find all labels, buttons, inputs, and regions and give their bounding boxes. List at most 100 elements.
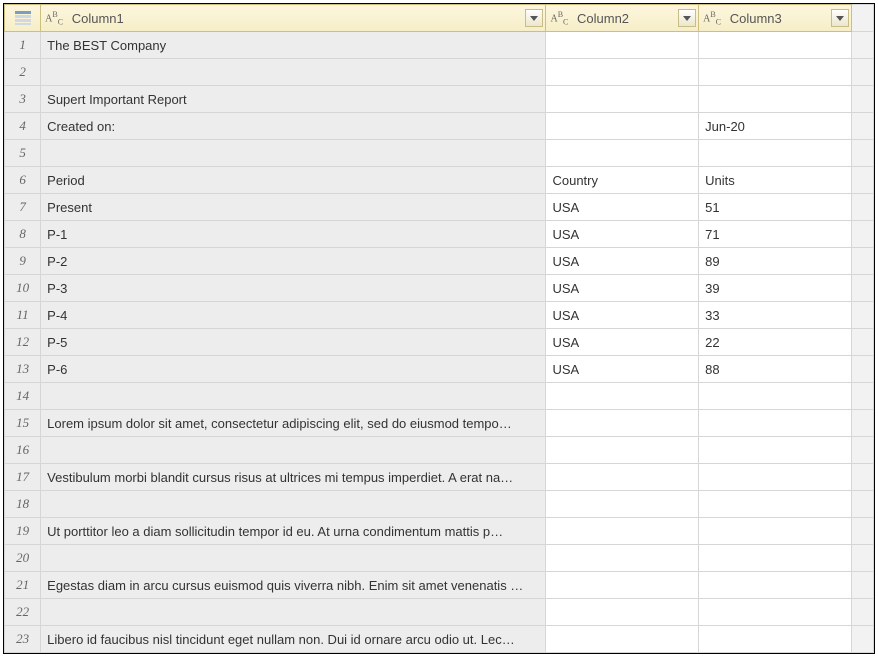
cell-column1[interactable]: P-3 (41, 275, 546, 302)
cell-column2[interactable] (546, 86, 699, 113)
cell-column3[interactable] (699, 491, 852, 518)
cell-column2[interactable] (546, 572, 699, 599)
cell-column3[interactable] (699, 32, 852, 59)
row-number[interactable]: 19 (5, 518, 41, 545)
row-number[interactable]: 5 (5, 140, 41, 167)
row-number[interactable]: 12 (5, 329, 41, 356)
table-row[interactable]: 3Supert Important Report (5, 86, 874, 113)
cell-column3[interactable] (699, 464, 852, 491)
cell-column2[interactable]: Country (546, 167, 699, 194)
cell-column3[interactable] (699, 59, 852, 86)
table-row[interactable]: 19Ut porttitor leo a diam sollicitudin t… (5, 518, 874, 545)
cell-column3[interactable]: 71 (699, 221, 852, 248)
table-row[interactable]: 6PeriodCountryUnits (5, 167, 874, 194)
table-row[interactable]: 13P-6USA88 (5, 356, 874, 383)
cell-column1[interactable] (41, 599, 546, 626)
cell-column1[interactable]: Ut porttitor leo a diam sollicitudin tem… (41, 518, 546, 545)
row-number[interactable]: 10 (5, 275, 41, 302)
cell-column2[interactable] (546, 518, 699, 545)
cell-column3[interactable] (699, 572, 852, 599)
table-row[interactable]: 11P-4USA33 (5, 302, 874, 329)
row-number[interactable]: 22 (5, 599, 41, 626)
datatype-text-icon[interactable]: ABC (703, 10, 721, 26)
table-row[interactable]: 22 (5, 599, 874, 626)
cell-column2[interactable]: USA (546, 248, 699, 275)
table-row[interactable]: 23Libero id faucibus nisl tincidunt eget… (5, 626, 874, 653)
column-header-2[interactable]: ABC Column2 (546, 5, 699, 32)
table-row[interactable]: 1The BEST Company (5, 32, 874, 59)
cell-column3[interactable]: 88 (699, 356, 852, 383)
cell-column1[interactable] (41, 140, 546, 167)
table-row[interactable]: 20 (5, 545, 874, 572)
table-row[interactable]: 9P-2USA89 (5, 248, 874, 275)
cell-column2[interactable] (546, 464, 699, 491)
cell-column3[interactable] (699, 140, 852, 167)
row-number[interactable]: 2 (5, 59, 41, 86)
cell-column3[interactable]: 89 (699, 248, 852, 275)
row-number[interactable]: 11 (5, 302, 41, 329)
cell-column1[interactable]: Egestas diam in arcu cursus euismod quis… (41, 572, 546, 599)
row-number[interactable]: 13 (5, 356, 41, 383)
cell-column3[interactable]: 33 (699, 302, 852, 329)
row-number[interactable]: 20 (5, 545, 41, 572)
cell-column1[interactable]: P-5 (41, 329, 546, 356)
cell-column1[interactable] (41, 59, 546, 86)
cell-column3[interactable]: Units (699, 167, 852, 194)
cell-column3[interactable]: Jun-20 (699, 113, 852, 140)
cell-column1[interactable]: P-4 (41, 302, 546, 329)
cell-column2[interactable] (546, 383, 699, 410)
cell-column3[interactable] (699, 518, 852, 545)
cell-column1[interactable] (41, 491, 546, 518)
table-row[interactable]: 4Created on: Jun-20 (5, 113, 874, 140)
table-row[interactable]: 2 (5, 59, 874, 86)
cell-column2[interactable] (546, 491, 699, 518)
row-number[interactable]: 6 (5, 167, 41, 194)
datatype-text-icon[interactable]: ABC (45, 10, 63, 26)
cell-column1[interactable]: Lorem ipsum dolor sit amet, consectetur … (41, 410, 546, 437)
cell-column1[interactable]: Period (41, 167, 546, 194)
cell-column1[interactable] (41, 545, 546, 572)
row-number[interactable]: 18 (5, 491, 41, 518)
table-row[interactable]: 17Vestibulum morbi blandit cursus risus … (5, 464, 874, 491)
row-number[interactable]: 4 (5, 113, 41, 140)
cell-column1[interactable]: Created on: (41, 113, 546, 140)
cell-column1[interactable]: P-2 (41, 248, 546, 275)
cell-column2[interactable]: USA (546, 329, 699, 356)
filter-dropdown-col1[interactable] (525, 9, 543, 27)
cell-column3[interactable] (699, 86, 852, 113)
cell-column2[interactable] (546, 626, 699, 653)
cell-column1[interactable]: P-6 (41, 356, 546, 383)
filter-dropdown-col2[interactable] (678, 9, 696, 27)
row-number[interactable]: 21 (5, 572, 41, 599)
cell-column2[interactable] (546, 113, 699, 140)
cell-column3[interactable] (699, 383, 852, 410)
cell-column3[interactable] (699, 410, 852, 437)
cell-column2[interactable]: USA (546, 221, 699, 248)
row-number[interactable]: 17 (5, 464, 41, 491)
row-number[interactable]: 15 (5, 410, 41, 437)
table-row[interactable]: 21Egestas diam in arcu cursus euismod qu… (5, 572, 874, 599)
cell-column2[interactable] (546, 599, 699, 626)
row-number[interactable]: 8 (5, 221, 41, 248)
cell-column1[interactable]: P-1 (41, 221, 546, 248)
cell-column2[interactable]: USA (546, 302, 699, 329)
table-row[interactable]: 12P-5USA22 (5, 329, 874, 356)
table-row[interactable]: 14 (5, 383, 874, 410)
cell-column2[interactable] (546, 32, 699, 59)
cell-column1[interactable]: Present (41, 194, 546, 221)
row-number[interactable]: 16 (5, 437, 41, 464)
row-number[interactable]: 7 (5, 194, 41, 221)
row-number[interactable]: 1 (5, 32, 41, 59)
cell-column3[interactable] (699, 599, 852, 626)
cell-column2[interactable] (546, 140, 699, 167)
cell-column2[interactable]: USA (546, 275, 699, 302)
row-number[interactable]: 23 (5, 626, 41, 653)
cell-column2[interactable] (546, 545, 699, 572)
row-number[interactable]: 14 (5, 383, 41, 410)
row-number[interactable]: 3 (5, 86, 41, 113)
table-row[interactable]: 5 (5, 140, 874, 167)
table-row[interactable]: 7PresentUSA51 (5, 194, 874, 221)
table-row[interactable]: 15Lorem ipsum dolor sit amet, consectetu… (5, 410, 874, 437)
cell-column2[interactable] (546, 59, 699, 86)
column-header-1[interactable]: ABC Column1 (41, 5, 546, 32)
